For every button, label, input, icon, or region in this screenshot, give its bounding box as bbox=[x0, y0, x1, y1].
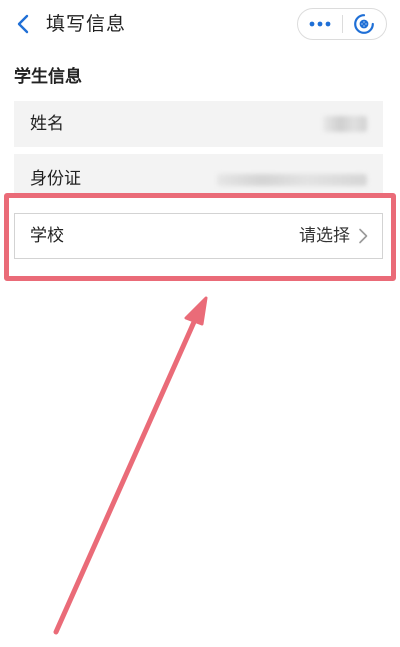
more-button[interactable] bbox=[298, 9, 342, 39]
annotation-arrow bbox=[53, 296, 208, 635]
id-card-label: 身份证 bbox=[30, 169, 81, 189]
page-title: 填写信息 bbox=[46, 13, 127, 35]
id-card-field[interactable]: 身份证 bbox=[14, 154, 383, 196]
id-card-value-redacted bbox=[217, 174, 367, 186]
name-value-redacted bbox=[323, 116, 367, 132]
school-label: 学校 bbox=[30, 226, 64, 246]
close-button[interactable] bbox=[342, 9, 386, 39]
chevron-left-icon bbox=[17, 14, 29, 34]
mini-program-capsule bbox=[297, 8, 387, 40]
name-label: 姓名 bbox=[30, 114, 64, 134]
school-picker[interactable]: 学校 请选择 bbox=[14, 213, 383, 259]
school-picker-placeholder: 请选择 bbox=[299, 226, 350, 246]
section-title-student-info: 学生信息 bbox=[14, 67, 82, 87]
close-circle-icon bbox=[354, 14, 375, 34]
name-field[interactable]: 姓名 bbox=[14, 101, 383, 147]
chevron-right-icon bbox=[359, 228, 368, 244]
navigation-bar: 填写信息 bbox=[0, 0, 400, 50]
back-button[interactable] bbox=[8, 8, 38, 40]
more-dots-icon bbox=[309, 21, 331, 27]
